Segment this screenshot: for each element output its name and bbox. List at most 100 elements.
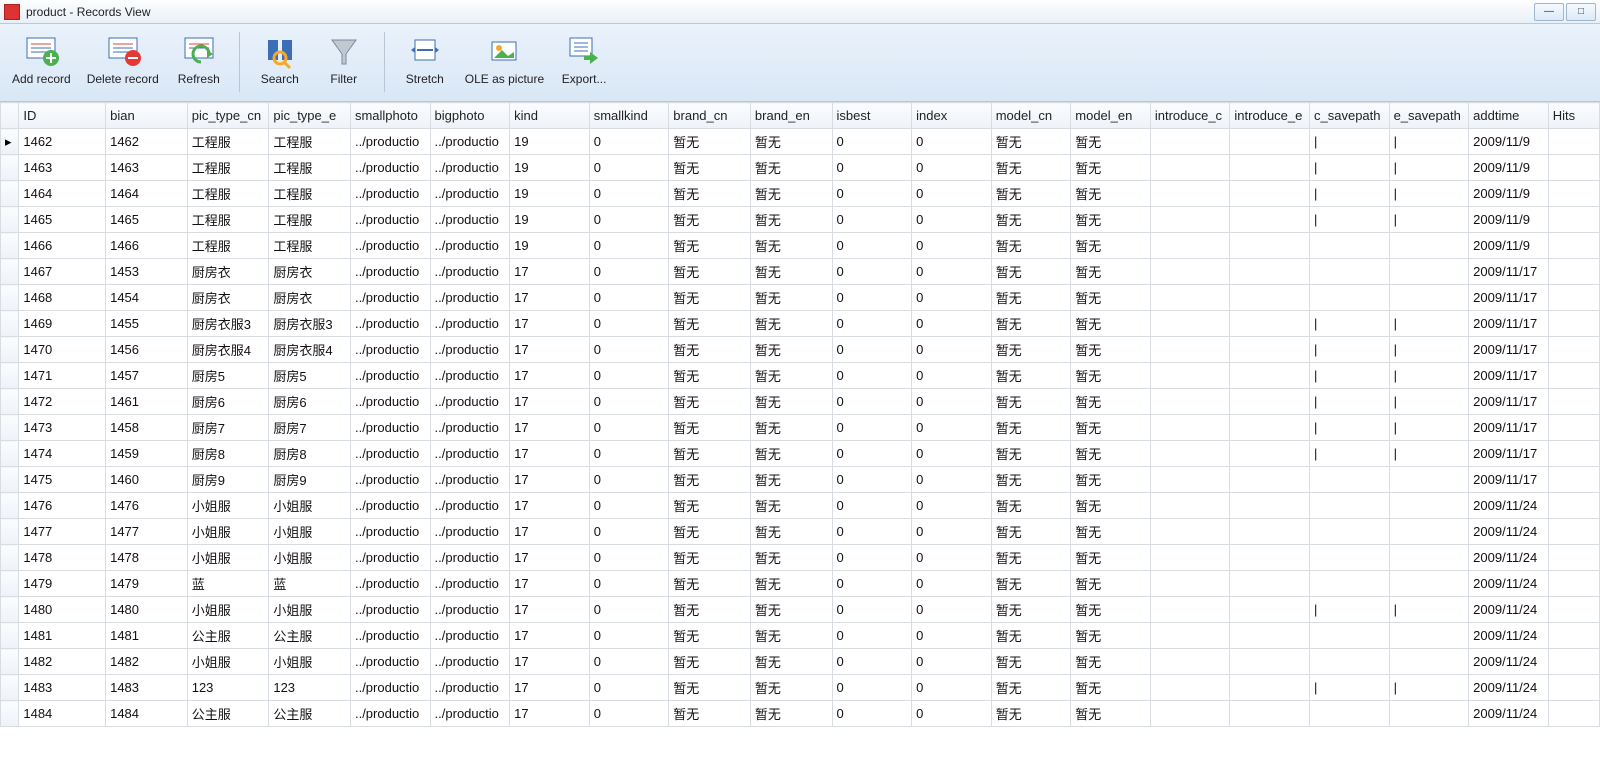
cell-smallphoto[interactable]: ../productio: [350, 233, 430, 259]
cell-pic_type_cn[interactable]: 公主服: [187, 701, 269, 727]
cell-id[interactable]: 1477: [19, 519, 106, 545]
cell-pic_type_cn[interactable]: 工程服: [187, 233, 269, 259]
cell-id[interactable]: 1478: [19, 545, 106, 571]
row-selector[interactable]: [1, 337, 19, 363]
cell-hits[interactable]: [1548, 337, 1599, 363]
cell-kind[interactable]: 17: [510, 519, 590, 545]
cell-smallkind[interactable]: 0: [589, 181, 669, 207]
cell-model_cn[interactable]: 暂无: [991, 155, 1071, 181]
cell-isbest[interactable]: 0: [832, 597, 912, 623]
cell-isbest[interactable]: 0: [832, 311, 912, 337]
cell-smallphoto[interactable]: ../productio: [350, 259, 430, 285]
table-row[interactable]: 14681454厨房衣厨房衣../productio../productio17…: [1, 285, 1600, 311]
cell-e_savepath[interactable]: [1389, 493, 1469, 519]
cell-pic_type_cn[interactable]: 小姐服: [187, 597, 269, 623]
cell-isbest[interactable]: 0: [832, 675, 912, 701]
cell-bian[interactable]: 1477: [106, 519, 188, 545]
cell-model_cn[interactable]: 暂无: [991, 467, 1071, 493]
cell-hits[interactable]: [1548, 207, 1599, 233]
cell-hits[interactable]: [1548, 155, 1599, 181]
cell-hits[interactable]: [1548, 415, 1599, 441]
cell-brand_cn[interactable]: 暂无: [669, 649, 751, 675]
cell-model_cn[interactable]: 暂无: [991, 207, 1071, 233]
cell-introduce_c[interactable]: [1150, 597, 1230, 623]
cell-isbest[interactable]: 0: [832, 207, 912, 233]
cell-isbest[interactable]: 0: [832, 415, 912, 441]
cell-isbest[interactable]: 0: [832, 467, 912, 493]
cell-model_cn[interactable]: 暂无: [991, 311, 1071, 337]
cell-bian[interactable]: 1480: [106, 597, 188, 623]
cell-introduce_c[interactable]: [1150, 545, 1230, 571]
cell-smallphoto[interactable]: ../productio: [350, 181, 430, 207]
cell-brand_cn[interactable]: 暂无: [669, 623, 751, 649]
cell-smallkind[interactable]: 0: [589, 389, 669, 415]
cell-index[interactable]: 0: [912, 415, 992, 441]
cell-e_savepath[interactable]: [1389, 545, 1469, 571]
cell-id[interactable]: 1472: [19, 389, 106, 415]
cell-id[interactable]: 1465: [19, 207, 106, 233]
cell-bian[interactable]: 1482: [106, 649, 188, 675]
cell-smallkind[interactable]: 0: [589, 129, 669, 155]
cell-c_savepath[interactable]: |: [1310, 597, 1390, 623]
column-header-introduce_c[interactable]: introduce_c: [1150, 103, 1230, 129]
cell-model_cn[interactable]: 暂无: [991, 389, 1071, 415]
records-grid[interactable]: IDbianpic_type_cnpic_type_esmallphotobig…: [0, 102, 1600, 764]
cell-bian[interactable]: 1456: [106, 337, 188, 363]
cell-introduce_e[interactable]: [1230, 285, 1310, 311]
cell-hits[interactable]: [1548, 259, 1599, 285]
column-header-pic_type_e[interactable]: pic_type_e: [269, 103, 351, 129]
cell-bian[interactable]: 1478: [106, 545, 188, 571]
cell-model_cn[interactable]: 暂无: [991, 545, 1071, 571]
cell-introduce_e[interactable]: [1230, 467, 1310, 493]
cell-addtime[interactable]: 2009/11/17: [1469, 467, 1549, 493]
cell-kind[interactable]: 17: [510, 597, 590, 623]
column-header-introduce_e[interactable]: introduce_e: [1230, 103, 1310, 129]
cell-bian[interactable]: 1455: [106, 311, 188, 337]
cell-addtime[interactable]: 2009/11/9: [1469, 233, 1549, 259]
cell-addtime[interactable]: 2009/11/9: [1469, 181, 1549, 207]
cell-pic_type_cn[interactable]: 厨房9: [187, 467, 269, 493]
cell-introduce_e[interactable]: [1230, 129, 1310, 155]
cell-hits[interactable]: [1548, 363, 1599, 389]
cell-index[interactable]: 0: [912, 545, 992, 571]
cell-kind[interactable]: 17: [510, 675, 590, 701]
cell-smallkind[interactable]: 0: [589, 259, 669, 285]
column-header-bigphoto[interactable]: bigphoto: [430, 103, 510, 129]
cell-model_en[interactable]: 暂无: [1071, 415, 1151, 441]
cell-e_savepath[interactable]: [1389, 701, 1469, 727]
cell-e_savepath[interactable]: |: [1389, 363, 1469, 389]
cell-brand_cn[interactable]: 暂无: [669, 389, 751, 415]
column-header-kind[interactable]: kind: [510, 103, 590, 129]
cell-introduce_c[interactable]: [1150, 129, 1230, 155]
cell-c_savepath[interactable]: [1310, 233, 1390, 259]
cell-bigphoto[interactable]: ../productio: [430, 597, 510, 623]
cell-model_cn[interactable]: 暂无: [991, 285, 1071, 311]
cell-bigphoto[interactable]: ../productio: [430, 415, 510, 441]
cell-pic_type_cn[interactable]: 工程服: [187, 155, 269, 181]
cell-brand_en[interactable]: 暂无: [750, 649, 832, 675]
cell-model_en[interactable]: 暂无: [1071, 675, 1151, 701]
cell-model_en[interactable]: 暂无: [1071, 259, 1151, 285]
cell-model_en[interactable]: 暂无: [1071, 701, 1151, 727]
stretch-button[interactable]: Stretch: [395, 28, 455, 98]
cell-c_savepath[interactable]: |: [1310, 389, 1390, 415]
cell-addtime[interactable]: 2009/11/24: [1469, 649, 1549, 675]
cell-addtime[interactable]: 2009/11/17: [1469, 415, 1549, 441]
cell-bigphoto[interactable]: ../productio: [430, 155, 510, 181]
cell-c_savepath[interactable]: [1310, 571, 1390, 597]
cell-addtime[interactable]: 2009/11/17: [1469, 363, 1549, 389]
cell-id[interactable]: 1463: [19, 155, 106, 181]
cell-brand_cn[interactable]: 暂无: [669, 441, 751, 467]
cell-pic_type_e[interactable]: 厨房6: [269, 389, 351, 415]
cell-pic_type_cn[interactable]: 厨房7: [187, 415, 269, 441]
minimize-button[interactable]: —: [1534, 3, 1564, 21]
cell-addtime[interactable]: 2009/11/24: [1469, 545, 1549, 571]
table-row[interactable]: 14821482小姐服小姐服../productio../productio17…: [1, 649, 1600, 675]
table-row[interactable]: 14661466工程服工程服../productio../productio19…: [1, 233, 1600, 259]
cell-introduce_e[interactable]: [1230, 675, 1310, 701]
cell-c_savepath[interactable]: |: [1310, 207, 1390, 233]
cell-brand_en[interactable]: 暂无: [750, 467, 832, 493]
cell-brand_cn[interactable]: 暂无: [669, 597, 751, 623]
cell-introduce_e[interactable]: [1230, 597, 1310, 623]
row-selector[interactable]: [1, 181, 19, 207]
